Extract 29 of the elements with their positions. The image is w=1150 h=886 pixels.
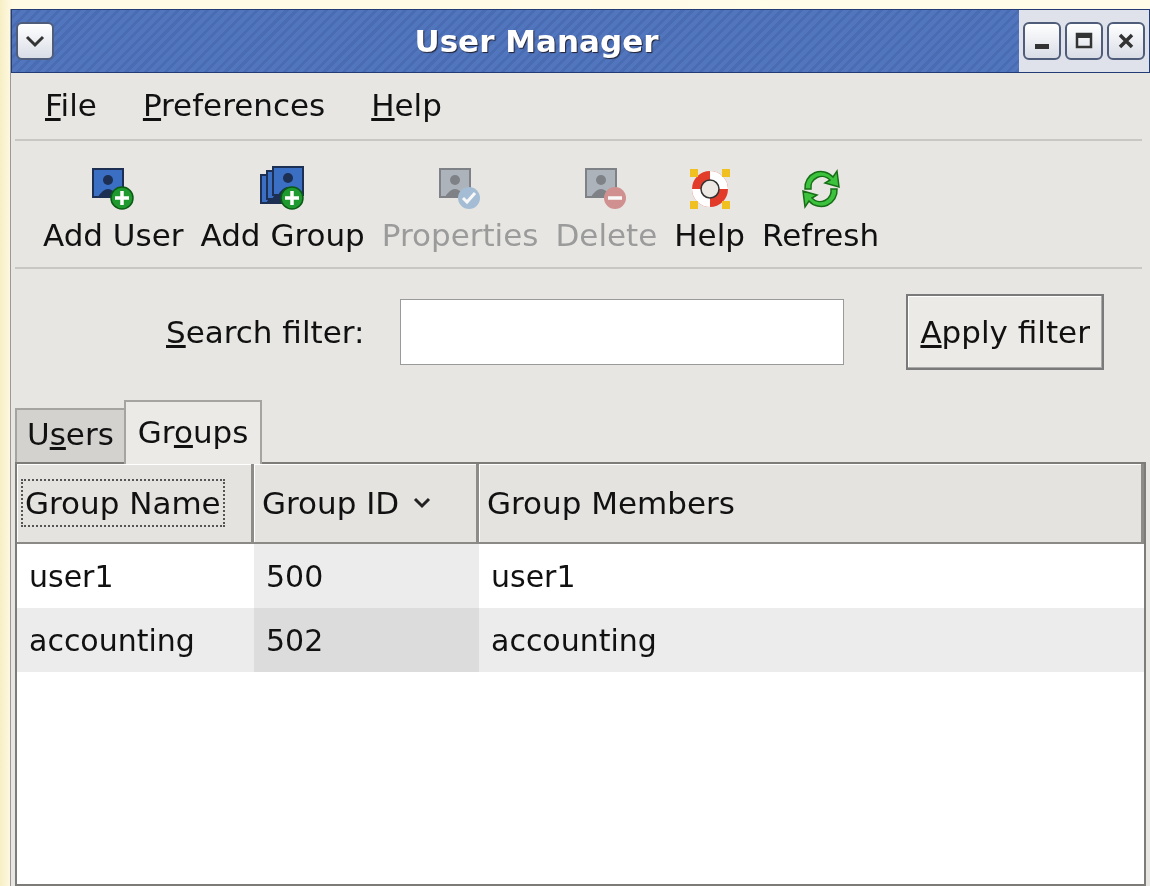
search-field[interactable]	[400, 299, 845, 365]
close-button[interactable]	[1107, 22, 1145, 60]
table-cell-text: accounting	[28, 621, 196, 660]
table-cell-text: user1	[490, 557, 577, 596]
window-title: User Manager	[413, 23, 660, 59]
minimize-button[interactable]	[1023, 22, 1061, 60]
minimize-icon	[1035, 44, 1049, 50]
toolbar-button[interactable]: Refresh	[756, 165, 886, 267]
sort-caret-icon	[413, 497, 432, 509]
maximize-button[interactable]	[1065, 22, 1103, 60]
search-label: Search filter:	[166, 314, 365, 350]
tab[interactable]: Groups	[123, 400, 263, 464]
apply-filter-button[interactable]: Apply filter	[906, 294, 1104, 370]
table-cell-text: accounting	[490, 621, 658, 660]
chevron-down-icon	[24, 34, 46, 48]
toolbar-button[interactable]: Add User	[37, 165, 190, 267]
toolbar-button[interactable]: Add Group	[194, 165, 371, 267]
menu-item[interactable]: Preferences	[142, 87, 326, 139]
column-header[interactable]: Group Members	[479, 464, 1144, 542]
column-header[interactable]: Group Name	[17, 464, 254, 542]
table-cell: 502	[254, 608, 479, 672]
tab[interactable]: Users	[15, 408, 126, 462]
group-add-icon	[258, 165, 307, 213]
table-cell: 500	[254, 544, 479, 608]
window-menu-button[interactable]	[16, 22, 54, 60]
toolbar-button[interactable]: Help	[668, 165, 751, 267]
menu-item[interactable]: File	[45, 87, 97, 139]
menu-item[interactable]: Help	[371, 87, 442, 139]
table-cell-text: user1	[28, 557, 115, 596]
